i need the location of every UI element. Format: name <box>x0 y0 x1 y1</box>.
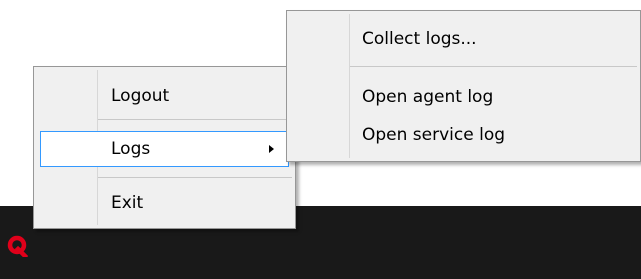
menu-item-label: Logs <box>111 139 151 159</box>
menu-item-label: Exit <box>111 193 144 213</box>
menu-item-exit[interactable]: Exit <box>37 185 292 221</box>
menu-item-label: Open service log <box>362 125 506 145</box>
context-menu: Logout Logs Exit <box>33 66 296 229</box>
menu-item-logout[interactable]: Logout <box>37 78 292 114</box>
qlik-logo-icon[interactable] <box>6 235 29 260</box>
menu-separator <box>98 119 292 120</box>
menu-item-open-service-log[interactable]: Open service log <box>290 117 637 153</box>
menu-item-label: Logout <box>111 86 170 106</box>
menu-separator <box>350 66 637 67</box>
menu-item-open-agent-log[interactable]: Open agent log <box>290 79 637 115</box>
menu-item-collect-logs[interactable]: Collect logs... <box>290 21 637 57</box>
menu-item-label: Collect logs... <box>362 29 477 49</box>
menu-separator <box>98 177 292 178</box>
logs-submenu: Collect logs... Open agent log Open serv… <box>286 10 641 162</box>
menu-item-logs[interactable]: Logs <box>40 131 289 167</box>
submenu-arrow-icon <box>269 145 274 153</box>
menu-item-label: Open agent log <box>362 87 494 107</box>
